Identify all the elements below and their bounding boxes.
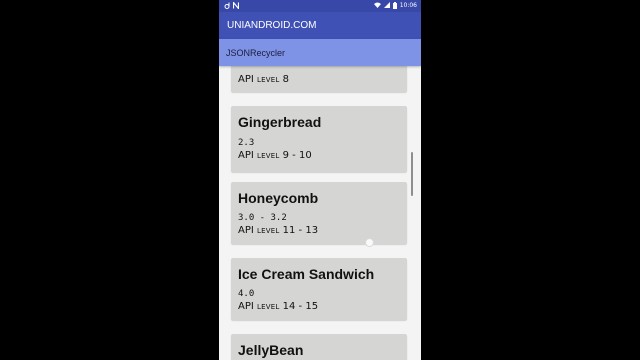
battery-icon: [392, 1, 397, 11]
api-level-text: API level 8: [238, 74, 289, 85]
version-number: 2.3: [238, 138, 255, 148]
api-level-word: level: [257, 74, 280, 85]
status-right-icons: 10:06: [373, 1, 421, 11]
signal-icon: [383, 2, 390, 10]
app-title: UNIANDROID.COM: [227, 20, 317, 31]
list-item-jellybean[interactable]: JellyBean: [231, 334, 407, 360]
touch-indicator: [365, 238, 374, 247]
api-range: 9 - 10: [282, 150, 312, 161]
api-range: 14 - 15: [282, 301, 319, 312]
api-level-word: level: [257, 225, 280, 236]
notification-n-icon: [232, 0, 240, 11]
list-item-gingerbread[interactable]: Gingerbread 2.3 API level 9 - 10: [231, 106, 407, 172]
status-left-icons: [219, 0, 240, 11]
version-list[interactable]: API level 8 Gingerbread 2.3 API level 9 …: [219, 66, 421, 360]
list-item-ice-cream-sandwich[interactable]: Ice Cream Sandwich 4.0 API level 14 - 15: [231, 258, 407, 320]
api-level-text: API level 11 - 13: [238, 225, 318, 236]
toolbar: JSONRecycler: [219, 39, 421, 66]
status-time: 10:06: [399, 2, 417, 9]
toolbar-title: JSONRecycler: [226, 47, 286, 58]
api-prefix: API: [238, 225, 254, 236]
list-item-honeycomb[interactable]: Honeycomb 3.0 - 3.2 API level 11 - 13: [231, 182, 407, 244]
wifi-icon: [373, 2, 381, 10]
api-prefix: API: [238, 150, 254, 161]
version-name: Gingerbread: [238, 114, 322, 130]
api-prefix: API: [238, 301, 254, 312]
api-level-word: level: [257, 150, 280, 161]
version-number: 3.0 - 3.2: [238, 213, 287, 223]
version-name: Ice Cream Sandwich: [238, 266, 375, 282]
version-name: Honeycomb: [238, 190, 319, 206]
phone-screen: 10:06 UNIANDROID.COM JSONRecycler API le…: [219, 0, 421, 360]
version-name: JellyBean: [238, 342, 304, 358]
api-prefix: API: [238, 74, 254, 85]
api-range: 8: [282, 74, 290, 85]
version-number: 4.0: [238, 289, 255, 299]
api-level-word: level: [257, 301, 280, 312]
download-icon: [224, 2, 230, 11]
scrollbar[interactable]: [411, 152, 413, 196]
app-title-bar: UNIANDROID.COM: [219, 12, 421, 39]
api-level-text: API level 14 - 15: [238, 301, 318, 312]
status-bar: 10:06: [219, 0, 421, 12]
api-range: 11 - 13: [282, 225, 319, 236]
api-level-text: API level 9 - 10: [238, 150, 312, 161]
list-item-froyo[interactable]: API level 8: [231, 66, 407, 92]
